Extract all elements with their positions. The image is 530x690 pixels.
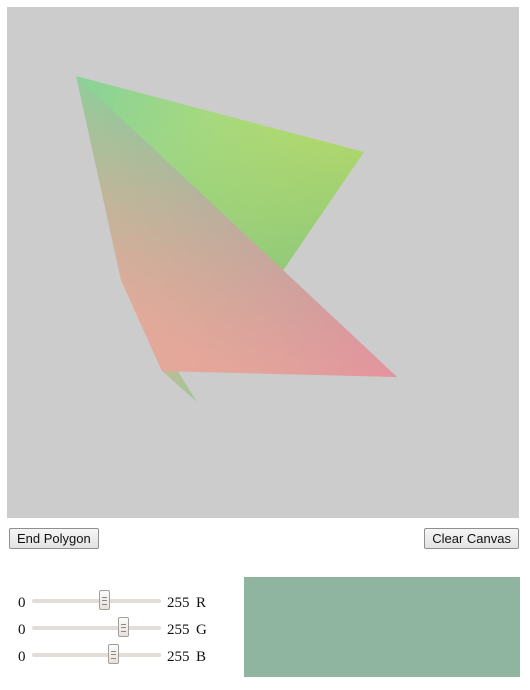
grip-icon: [102, 597, 108, 605]
red-slider-row: 0 255 R: [18, 590, 218, 612]
end-polygon-button[interactable]: End Polygon: [9, 528, 99, 549]
green-channel-label: G: [196, 622, 207, 638]
blue-max-label: 255: [167, 649, 190, 665]
red-channel-label: R: [196, 595, 207, 611]
blue-channel-label: B: [196, 649, 207, 665]
green-max-label: 255: [167, 622, 190, 638]
green-slider-thumb[interactable]: [118, 617, 130, 637]
clear-canvas-button[interactable]: Clear Canvas: [424, 528, 519, 549]
drawing-canvas[interactable]: [7, 7, 519, 518]
green-slider-track[interactable]: [32, 617, 161, 637]
red-min-label: 0: [18, 595, 26, 611]
grip-icon: [121, 624, 127, 632]
blue-min-label: 0: [18, 649, 26, 665]
blue-slider-thumb[interactable]: [108, 644, 120, 664]
blue-slider-track[interactable]: [32, 644, 161, 664]
app-page: End Polygon Clear Canvas 0 255 R 0 255 G…: [0, 0, 530, 690]
grip-icon: [111, 651, 117, 659]
red-max-label: 255: [167, 595, 190, 611]
red-slider-track[interactable]: [32, 590, 161, 610]
red-slider-thumb[interactable]: [99, 590, 111, 610]
green-min-label: 0: [18, 622, 26, 638]
blue-slider-row: 0 255 B: [18, 644, 218, 666]
color-preview-swatch: [244, 577, 520, 677]
green-slider-row: 0 255 G: [18, 617, 218, 639]
canvas-drawing-surface: [76, 76, 397, 402]
